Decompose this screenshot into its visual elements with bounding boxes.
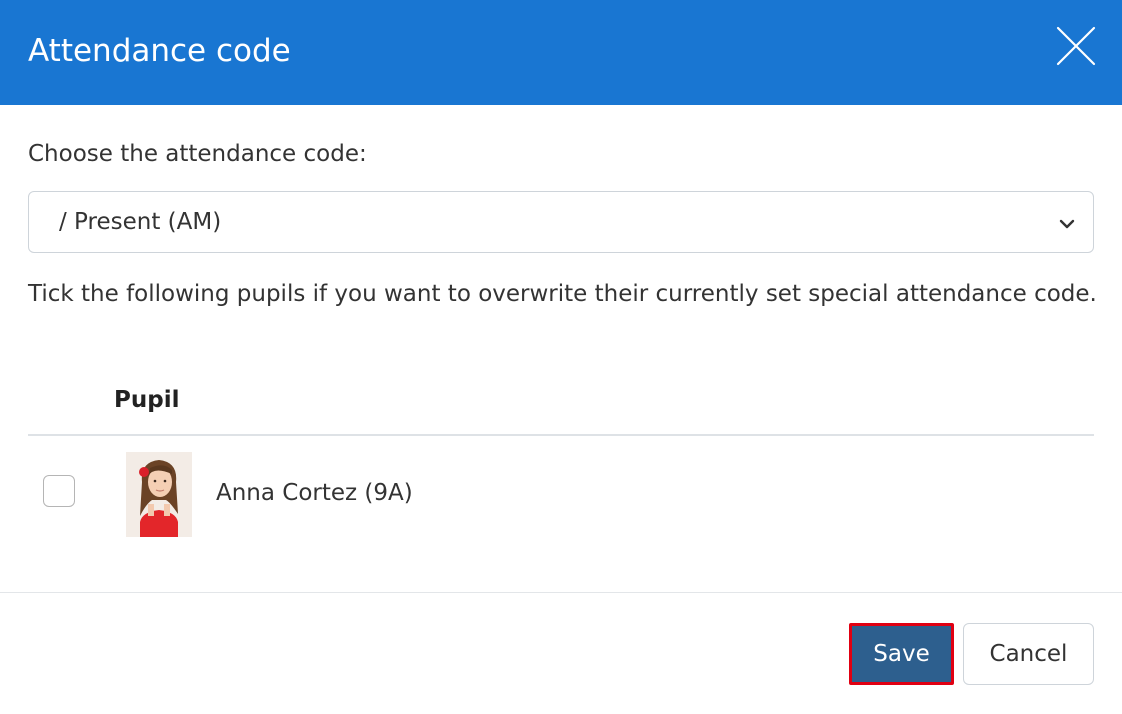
attendance-code-dialog: Attendance code Choose the attendance co…: [0, 0, 1122, 714]
attendance-code-selected-value: / Present (AM): [59, 209, 222, 235]
pupil-photo-icon: [126, 452, 192, 537]
overwrite-instructions: Tick the following pupils if you want to…: [28, 281, 1097, 307]
save-button[interactable]: Save: [849, 623, 954, 685]
close-button[interactable]: [1052, 22, 1100, 70]
pupil-photo: [126, 452, 192, 537]
close-icon: [1056, 26, 1096, 66]
pupil-name: Anna Cortez (9A): [216, 480, 413, 506]
dialog-title: Attendance code: [28, 33, 291, 69]
pupil-overwrite-checkbox[interactable]: [43, 475, 75, 507]
column-header-pupil: Pupil: [114, 387, 180, 413]
table-row: Anna Cortez (9A): [28, 437, 1094, 553]
footer-divider: [0, 592, 1122, 593]
cancel-button[interactable]: Cancel: [963, 623, 1094, 685]
dialog-header: Attendance code: [0, 0, 1122, 105]
pupils-table-header: Pupil: [28, 380, 1094, 436]
attendance-code-label: Choose the attendance code:: [28, 141, 367, 167]
attendance-code-select[interactable]: / Present (AM): [28, 191, 1094, 253]
chevron-down-icon: [1059, 219, 1075, 229]
